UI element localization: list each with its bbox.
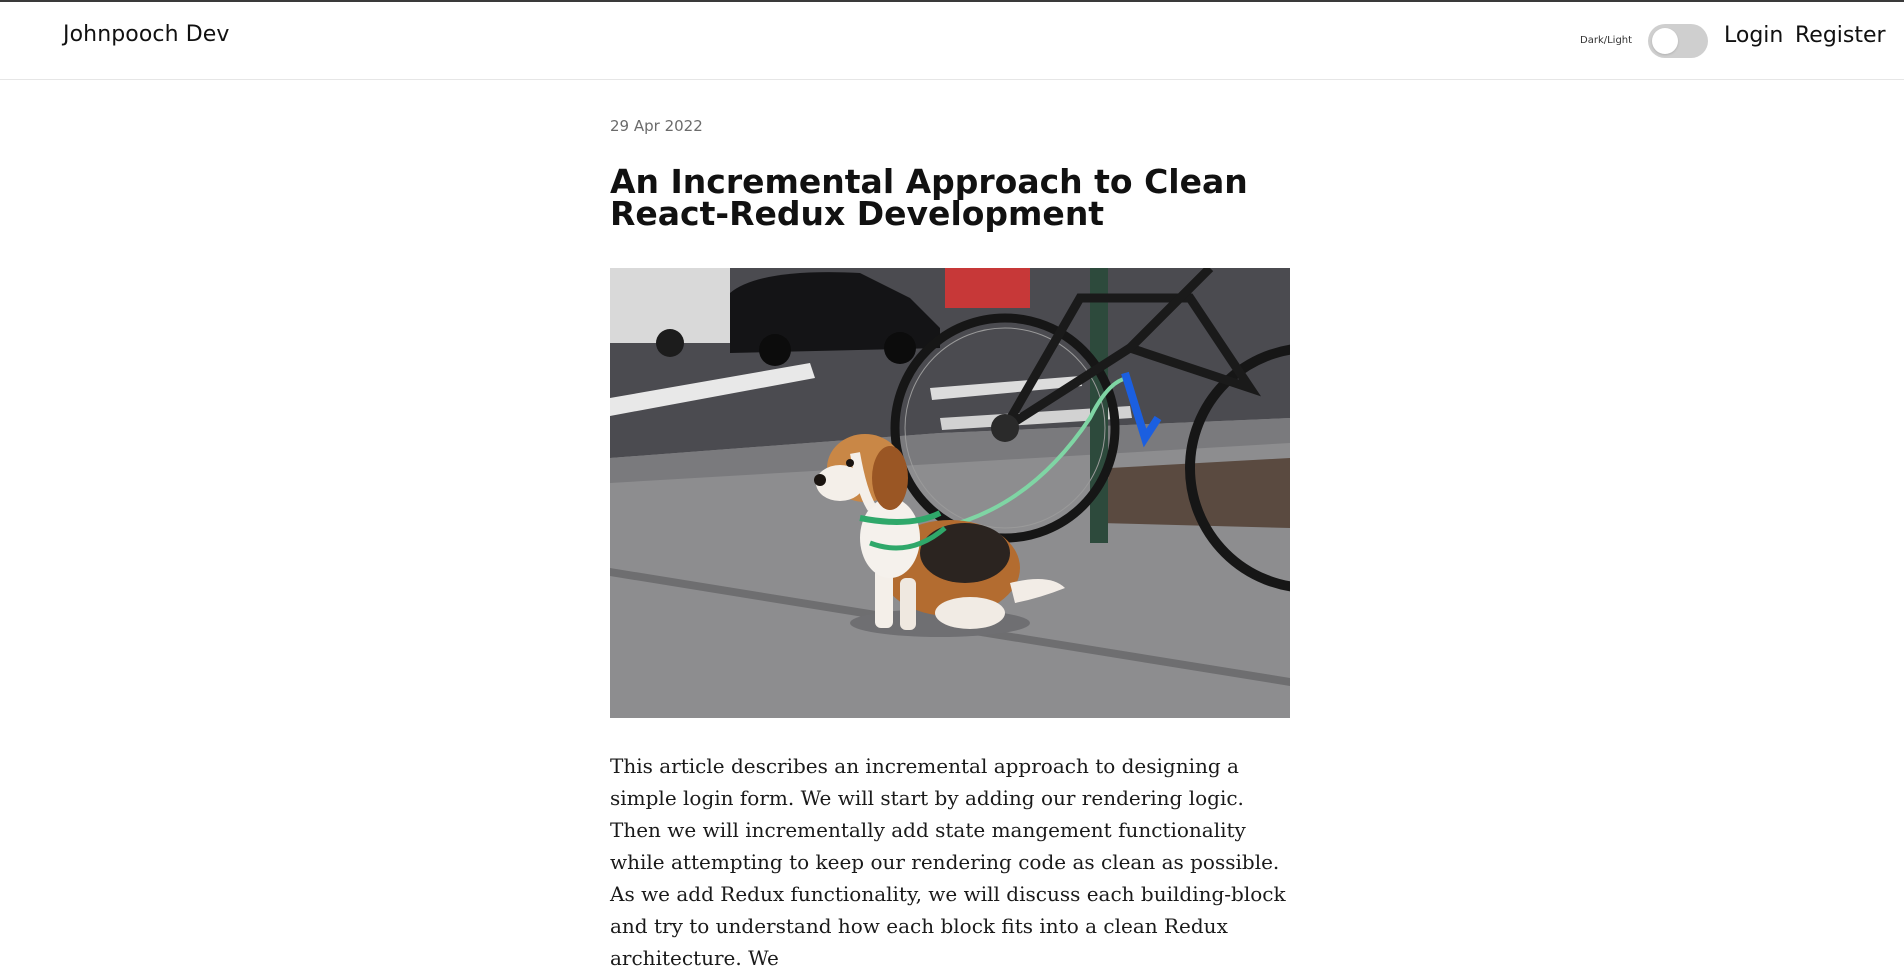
site-header: Johnpooch Dev Dark/Light Login Register bbox=[0, 2, 1904, 80]
post-title: An Incremental Approach to Clean React-R… bbox=[610, 162, 1248, 233]
post-date: 29 Apr 2022 bbox=[610, 117, 703, 135]
brand-link[interactable]: Johnpooch Dev bbox=[63, 22, 230, 47]
login-link[interactable]: Login bbox=[1724, 23, 1783, 48]
post-intro: This article describes an incremental ap… bbox=[610, 754, 1286, 970]
theme-toggle[interactable] bbox=[1648, 24, 1708, 58]
theme-toggle-label: Dark/Light bbox=[1580, 35, 1633, 46]
register-link[interactable]: Register bbox=[1795, 23, 1886, 48]
theme-toggle-knob bbox=[1652, 28, 1678, 54]
hero-image bbox=[610, 268, 1290, 718]
beagle-photo-illustration bbox=[610, 268, 1290, 718]
